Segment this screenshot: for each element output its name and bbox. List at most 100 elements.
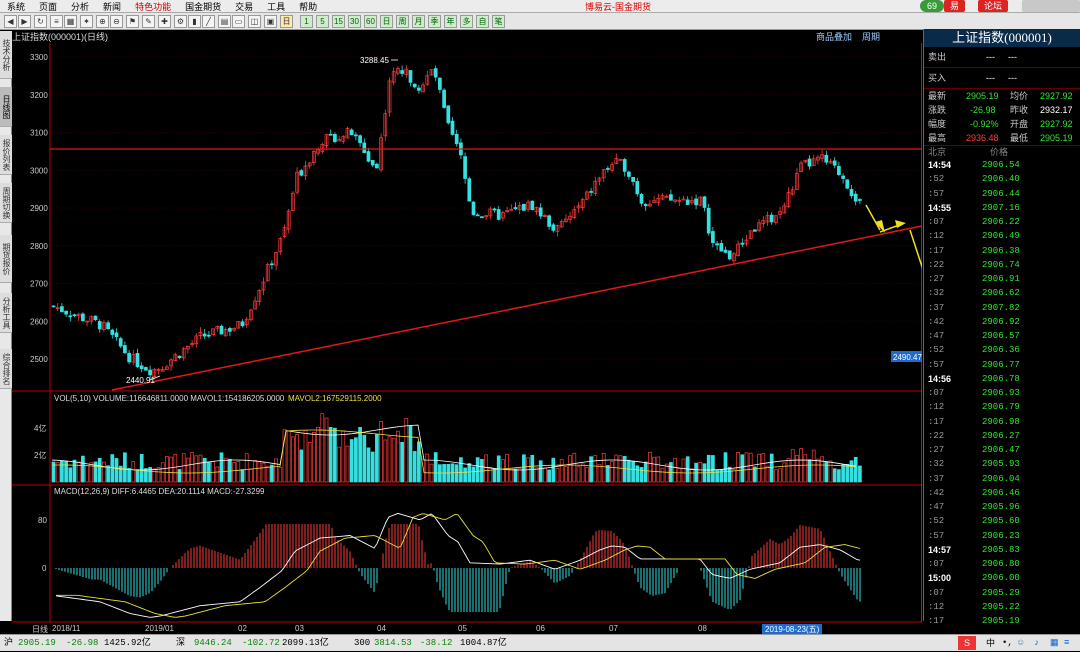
price-tag: 2490.47 xyxy=(893,353,922,362)
y-tick-label: 2500 xyxy=(30,355,48,364)
volume-bar xyxy=(232,462,236,483)
candle-body xyxy=(366,151,371,162)
candle-body xyxy=(513,207,518,210)
candle-body xyxy=(711,231,715,244)
ask-row: 卖出 --- --- xyxy=(928,52,1017,62)
tick-row: :12 2906.79 xyxy=(928,402,1020,413)
volume-bar xyxy=(832,468,837,483)
volume-bar xyxy=(333,427,337,483)
macd-tick-80: 80 xyxy=(38,516,47,525)
volume-bar xyxy=(198,454,203,483)
notification-badge[interactable]: 69 xyxy=(920,0,944,12)
candle-body xyxy=(144,367,148,371)
forum-button[interactable]: 论坛 xyxy=(978,0,1009,12)
tick-row: 14:56 2906.78 xyxy=(928,373,1020,384)
volume-bar xyxy=(328,427,333,483)
volume-bar xyxy=(774,469,778,483)
candle-body xyxy=(496,209,501,220)
ime-logo-icon[interactable]: S xyxy=(958,636,976,650)
volume-bar xyxy=(324,417,329,483)
volume-bar xyxy=(408,425,413,483)
x-label: 04 xyxy=(377,624,386,633)
tick-row: :12 2905.22 xyxy=(928,601,1020,612)
volume-bar xyxy=(400,442,404,483)
volume-bar xyxy=(715,469,719,483)
candle-body xyxy=(202,333,207,337)
keyboard-icon[interactable]: ▦ xyxy=(1050,635,1059,652)
volume-bar xyxy=(824,461,829,483)
tick-row: 14:55 2907.16 xyxy=(928,202,1020,213)
ime-lang[interactable]: 中 xyxy=(986,635,995,652)
volume-bar xyxy=(286,430,291,483)
volume-bar xyxy=(522,454,526,483)
volume-bar xyxy=(152,468,157,483)
candle-body xyxy=(454,133,459,145)
volume-bar xyxy=(643,461,648,483)
y-tick-label: 2700 xyxy=(30,280,48,289)
volume-bar xyxy=(811,449,816,483)
volume-bar xyxy=(211,461,215,483)
candle-body xyxy=(627,171,631,177)
volume-bar xyxy=(601,453,606,483)
menu-icon[interactable]: ≡ xyxy=(1064,635,1069,652)
volume-bar xyxy=(475,457,480,483)
volume-bar xyxy=(660,467,665,483)
volume-bar xyxy=(593,455,598,483)
chart-canvas[interactable]: 3300 3200 3100 3000 2900 2800 2700 2600 2500 328… xyxy=(0,0,922,634)
candle-body xyxy=(433,68,438,78)
window-controls[interactable] xyxy=(1022,0,1080,12)
vol-tick-4: 4亿 xyxy=(34,423,46,433)
candle-body xyxy=(719,243,724,252)
volume-bar xyxy=(383,439,388,483)
volume-bar xyxy=(349,439,354,483)
candle-body xyxy=(97,321,102,330)
volume-bar xyxy=(312,431,316,483)
tick-row: :27 2906.91 xyxy=(928,274,1020,284)
x-label: 06 xyxy=(536,624,545,633)
volume-bar xyxy=(656,456,661,483)
volume-bar xyxy=(270,464,274,483)
volume-bar xyxy=(190,452,194,483)
volume-bar xyxy=(488,467,493,483)
y-tick-label: 3100 xyxy=(30,129,48,138)
candle-body xyxy=(299,170,304,176)
candle-body xyxy=(538,207,543,217)
volume-bar xyxy=(139,453,144,483)
x-label: 02 xyxy=(238,624,247,633)
volume-bar xyxy=(816,458,820,483)
mic-icon[interactable]: ♪ xyxy=(1034,635,1039,652)
candle-body xyxy=(64,310,68,315)
volume-bar xyxy=(257,460,262,483)
volume-bar xyxy=(534,467,539,483)
volume-bar xyxy=(265,465,270,483)
volume-bar xyxy=(240,469,245,483)
ime-punct[interactable]: •, xyxy=(1002,635,1013,652)
tick-row: :22 2906.74 xyxy=(928,259,1020,270)
tick-list[interactable]: 14:54 2906.54:52 2906.40:57 2906.44 14:55 290… xyxy=(924,158,1080,628)
candle-body xyxy=(753,229,757,232)
candle-body xyxy=(412,83,417,88)
volume-bar xyxy=(114,458,119,483)
emoji-icon[interactable]: ☺ xyxy=(1018,635,1023,652)
tick-row: :42 2906.46 xyxy=(928,487,1020,498)
volume-bar xyxy=(639,467,644,483)
volume-bar xyxy=(530,454,535,483)
volume-bar xyxy=(807,459,812,483)
tick-row: :57 2906.77 xyxy=(928,359,1020,370)
volume-bar xyxy=(467,463,472,483)
volume-bar xyxy=(345,445,350,483)
volume-bar xyxy=(68,467,73,483)
tick-row: :07 2906.80 xyxy=(928,559,1020,569)
candle-body xyxy=(858,199,862,201)
x-label: 07 xyxy=(609,624,618,633)
easy-button[interactable]: 易 xyxy=(944,0,966,12)
volume-bar xyxy=(795,454,799,483)
y-tick-label: 3200 xyxy=(30,91,48,100)
candle-body xyxy=(492,208,497,211)
quote-row-pct: 幅度 -0.92% 开盘 2927.92 xyxy=(928,119,1073,129)
volume-bar xyxy=(433,452,438,483)
candle-body xyxy=(139,365,144,370)
y-tick-label: 3300 xyxy=(30,53,48,62)
x-label: 08 xyxy=(698,624,707,633)
volume-bar xyxy=(664,463,669,483)
